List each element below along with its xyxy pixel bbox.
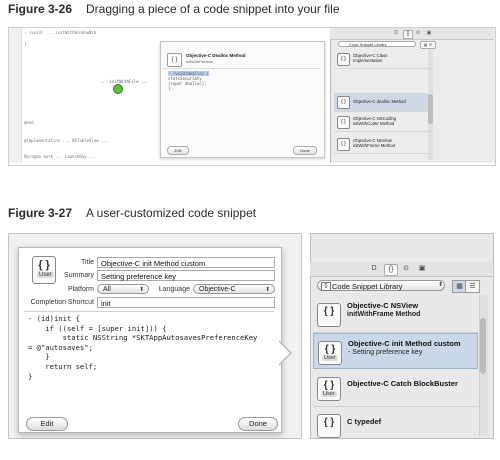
library-item-label: Objective-C NSView initWithFrame Method [353, 138, 396, 148]
done-button[interactable]: Done [238, 417, 278, 431]
snippet-code-line: [super dealloc]; [168, 81, 207, 86]
snippet-braces-icon: { } [167, 53, 182, 67]
media-library-tab[interactable]: ▣ [425, 30, 433, 37]
code-snippet-tab[interactable]: {} [403, 30, 413, 39]
completion-shortcut-label: Completion Shortcut [30, 299, 94, 306]
edit-button[interactable]: Edit [167, 146, 189, 155]
snippet-code[interactable]: - (void)dealloc { statsSecuriaty [super … [168, 71, 209, 91]
edit-button[interactable]: Edit [26, 417, 68, 431]
title-label: Title [81, 259, 94, 266]
snippet-user-icon[interactable]: { } User [32, 256, 56, 284]
drag-add-cursor-icon [113, 84, 123, 94]
chevron-updown-icon: ⬍ [264, 287, 270, 293]
divider [162, 68, 321, 69]
library-item-label: Objective-C dealloc Method [353, 99, 406, 104]
user-snippet-icon: { } User [317, 377, 341, 401]
dragged-snippet-text: ... initWithFile ... [100, 79, 149, 84]
chevron-updown-icon: ⬍ [138, 287, 144, 293]
language-popup[interactable]: Objective-C ⬍ [193, 284, 275, 294]
braces-icon: { } [337, 53, 350, 66]
object-library-tab[interactable]: ⊙ [400, 264, 412, 274]
title-field[interactable]: Objective-C init Method custom [97, 257, 275, 268]
braces-icon: { } [337, 138, 350, 151]
library-item-label: Objective-C Class Implementation [353, 53, 388, 63]
code-line: - (void) ... initWithWindowNib [24, 30, 97, 35]
snippet-summary: initWithParams [186, 59, 213, 64]
summary-field[interactable]: Setting preference key [97, 270, 275, 281]
library-item[interactable]: { } Objective-C NSView initWithFrame Meth… [334, 135, 428, 154]
completion-shortcut-field[interactable]: init [97, 297, 275, 308]
library-item-selected[interactable]: { } Objective-C dealloc Method [334, 93, 428, 112]
library-item-title: Objective-C NSView [347, 301, 419, 310]
chevron-updown-icon: ⬍ [438, 282, 444, 288]
library-select[interactable]: Code Snippet Library [317, 280, 445, 291]
library-item-label: Objective-C NSCoding initWithCoder Method [353, 116, 397, 126]
code-line: #pragma mark ... LaunchBay ... [24, 154, 97, 159]
list-view-button[interactable]: ☰ [465, 280, 480, 293]
source-editor[interactable]: - (void) ... initWithWindowNib } @end @i… [24, 30, 159, 160]
library-item[interactable]: { } C typedef [313, 407, 478, 443]
summary-label: Summary [64, 272, 94, 279]
library-item-title: C typedef [347, 417, 382, 426]
library-item[interactable]: { } Objective-C Class Implementation [334, 50, 428, 69]
object-library-tab[interactable]: ⊙ [414, 30, 422, 37]
braces-icon: { } [317, 414, 341, 438]
library-select[interactable]: Code Snippet Library [338, 41, 416, 47]
snippet-library-icon: {} [321, 282, 331, 291]
editor-gutter [9, 28, 22, 163]
code-line: @implementation ... NSTableView ... [24, 138, 109, 143]
braces-icon: { } [337, 116, 350, 129]
snippet-code-editor[interactable]: - (id)init { if ((self = [super init])) … [28, 314, 257, 381]
user-snippet-icon: { } User [318, 341, 342, 365]
library-item[interactable]: { } Objective-C NSView initWithFrame Met… [313, 296, 478, 333]
braces-icon: { } [317, 303, 341, 327]
scrollbar-thumb[interactable] [480, 318, 486, 374]
figure-3-26-label: Figure 3-26 [8, 2, 73, 16]
library-item[interactable]: { } Objective-C NSCoding initWithCoder Me… [334, 113, 428, 132]
library-item-subtitle: - Setting preference key [348, 349, 423, 356]
scrollbar-thumb[interactable] [428, 94, 433, 124]
platform-popup[interactable]: All ⬍ [97, 284, 149, 294]
snippet-title: Objective-C Dealloc Method [186, 53, 246, 58]
snippet-popover: Edit Done [160, 41, 325, 158]
code-line: @end [24, 120, 34, 125]
library-item-title: Objective-C init Method custom [348, 339, 461, 348]
figure-3-27-caption: A user-customized code snippet [86, 206, 257, 220]
language-label: Language [158, 286, 190, 293]
figure-3-26-caption: Dragging a piece of a code snippet into … [86, 2, 340, 16]
done-button[interactable]: Done [293, 146, 317, 155]
platform-label: Platform [67, 286, 94, 293]
file-template-tab[interactable]: D [368, 264, 380, 274]
user-badge: User [37, 272, 54, 278]
library-item-title: Objective-C Catch BlockBuster [347, 379, 458, 388]
code-snippet-tab[interactable]: {} [384, 264, 398, 276]
popover-arrow-fill [278, 341, 290, 365]
braces-icon: { } [337, 96, 350, 109]
braces-icon: { } [38, 259, 50, 271]
library-item[interactable]: { } User Objective-C Catch BlockBuster [313, 370, 478, 407]
language-value: Objective-C [199, 286, 236, 293]
library-item-selected[interactable]: { } User Objective-C init Method custom -… [313, 333, 478, 369]
library-item-subtitle: initWithFrame Method [347, 311, 421, 318]
platform-value: All [103, 286, 111, 293]
file-template-tab[interactable]: D [392, 30, 400, 37]
snippet-code-line: } [168, 86, 171, 91]
view-mode-button[interactable]: ▦ ☰ [420, 41, 436, 49]
code-line: } [24, 42, 27, 47]
figure-3-27-label: Figure 3-27 [8, 206, 73, 220]
media-library-tab[interactable]: ▣ [416, 264, 428, 274]
